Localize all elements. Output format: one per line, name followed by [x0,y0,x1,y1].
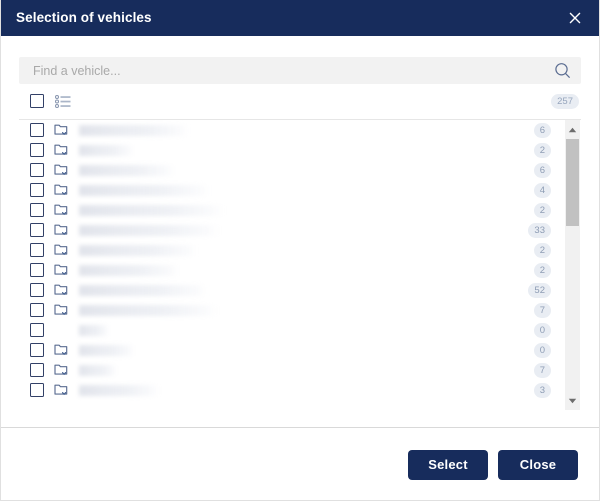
dialog-titlebar: Selection of vehicles [0,0,600,36]
scrollbar-thumb[interactable] [566,139,579,226]
list-item-checkbox[interactable] [30,223,44,237]
list-item-checkbox[interactable] [30,183,44,197]
list-item-checkbox[interactable] [30,263,44,277]
folder-expand-icon[interactable] [54,183,70,198]
search-icon[interactable] [551,60,573,82]
list-item[interactable]: 7 [19,360,581,380]
folder-expand-icon[interactable] [54,283,70,298]
folder-expand-icon[interactable] [54,263,70,278]
search-input[interactable] [33,57,551,84]
folder-expand-icon[interactable] [54,363,70,378]
list-item-label [79,264,179,276]
list-item[interactable]: 4 [19,180,581,200]
list-item-count-badge: 2 [533,262,551,278]
list-item[interactable]: 2 [19,140,581,160]
total-count-badge: 257 [551,93,579,109]
list-item-count-badge: 2 [533,242,551,258]
select-button[interactable]: Select [408,449,488,480]
list-item[interactable]: 0 [19,320,581,340]
list-item-label [79,384,159,396]
list-item-count-badge: 0 [533,322,551,338]
list-item-count-badge: 52 [528,282,551,298]
list-item-label [79,244,197,256]
list-item-checkbox[interactable] [30,163,44,177]
list-item-checkbox[interactable] [30,243,44,257]
list-detail-icon[interactable] [55,94,71,108]
list-item[interactable]: 33 [19,220,581,240]
triangle-up-icon[interactable] [565,122,580,137]
list-item-checkbox[interactable] [30,303,44,317]
folder-expand-icon[interactable] [54,203,70,218]
dialog-body: 257 6 2 6 4 2 33 2 2 52 7 0 0 7 3 [0,36,600,427]
list-item-label [79,164,175,176]
list-item-label [79,344,135,356]
list-item-count-badge: 4 [533,182,551,198]
list-item-label [79,124,189,136]
list-item-count-badge: 3 [533,382,551,398]
selection-dialog: Selection of vehicles Find a vehicle... … [0,0,600,501]
list-item[interactable]: 2 [19,240,581,260]
list-item-count-badge: 0 [533,342,551,358]
dialog-title: Selection of vehicles [16,10,152,26]
list-item-checkbox[interactable] [30,203,44,217]
list-item[interactable]: 3 [19,380,581,400]
list-item-count-badge: 7 [533,362,551,378]
folder-expand-icon[interactable] [54,303,70,318]
list-item[interactable]: 7 [19,300,581,320]
list-item-label [79,324,109,336]
folder-expand-icon[interactable] [54,343,70,358]
vehicle-list-scroll-area[interactable]: 6 2 6 4 2 33 2 2 52 7 0 0 7 3 [19,120,581,410]
list-item-checkbox[interactable] [30,323,44,337]
list-item-count-badge: 6 [533,162,551,178]
list-item-count-badge: 2 [533,202,551,218]
list-item-label [79,144,134,156]
list-item-count-badge: 2 [533,142,551,158]
list-item-checkbox[interactable] [30,283,44,297]
vertical-scrollbar[interactable] [565,120,580,410]
triangle-down-icon[interactable] [565,393,580,408]
list-item[interactable]: 2 [19,260,581,280]
list-item-checkbox[interactable] [30,363,44,377]
folder-expand-icon[interactable] [54,143,70,158]
list-item-checkbox[interactable] [30,383,44,397]
vehicle-list: 6 2 6 4 2 33 2 2 52 7 0 0 7 3 [19,119,581,410]
select-all-row: 257 [19,86,581,116]
list-item-checkbox[interactable] [30,143,44,157]
folder-expand-icon[interactable] [54,163,70,178]
list-item-count-badge: 6 [533,122,551,138]
close-button[interactable]: Close [498,449,578,480]
list-item[interactable]: 6 [19,120,581,140]
dialog-footer: Select Close [0,427,600,501]
select-all-checkbox[interactable] [30,94,44,108]
list-item[interactable]: 2 [19,200,581,220]
list-item-label [79,304,217,316]
list-item[interactable]: 52 [19,280,581,300]
folder-expand-icon[interactable] [54,123,70,138]
list-item-count-badge: 7 [533,302,551,318]
list-item-label [79,204,224,216]
list-item-label [79,364,117,376]
list-item-label [79,284,207,296]
close-icon[interactable] [562,5,588,31]
list-item-checkbox[interactable] [30,343,44,357]
list-item[interactable]: 6 [19,160,581,180]
list-item-checkbox[interactable] [30,123,44,137]
list-item-count-badge: 33 [528,222,551,238]
folder-expand-icon[interactable] [54,383,70,398]
folder-expand-icon[interactable] [54,223,70,238]
search-bar [19,57,581,84]
folder-expand-icon[interactable] [54,243,70,258]
folder-icon-placeholder [54,323,70,338]
list-item-label [79,184,209,196]
list-item-label [79,224,219,236]
list-item[interactable]: 0 [19,340,581,360]
